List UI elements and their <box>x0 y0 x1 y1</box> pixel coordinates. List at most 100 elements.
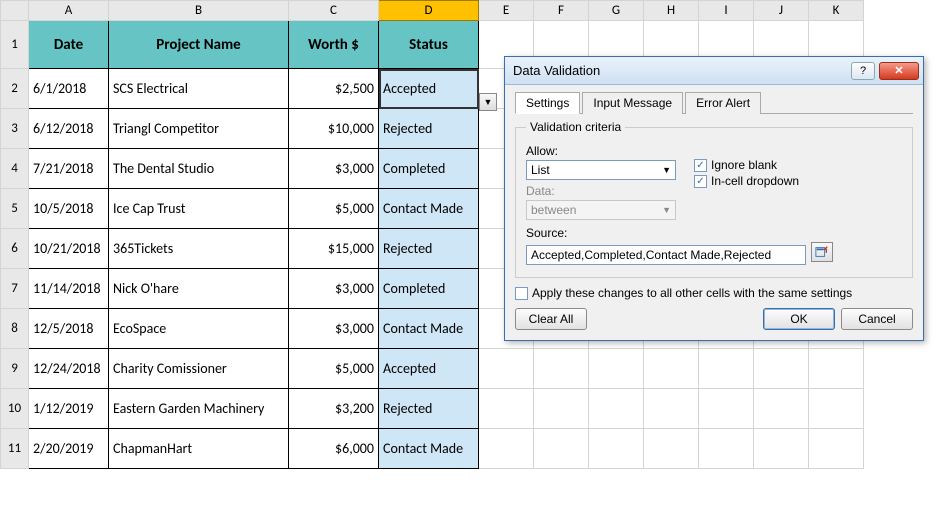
cell-date[interactable]: 11/14/2018 <box>29 269 109 309</box>
data-validation-dropdown-icon[interactable]: ▼ <box>479 93 497 111</box>
cell[interactable] <box>809 389 864 429</box>
cell[interactable] <box>479 349 534 389</box>
dialog-titlebar[interactable]: Data Validation ? ✕ <box>505 57 923 85</box>
cell-status[interactable]: Contact Made <box>379 309 479 349</box>
row-header[interactable]: 7 <box>1 269 29 309</box>
cell-status[interactable]: Completed <box>379 149 479 189</box>
cell-project-name[interactable]: EcoSpace <box>109 309 289 349</box>
row-header[interactable]: 9 <box>1 349 29 389</box>
column-header-E[interactable]: E <box>479 1 534 21</box>
cell-date[interactable]: 6/12/2018 <box>29 109 109 149</box>
cell-worth[interactable]: $5,000 <box>289 349 379 389</box>
tab-error-alert[interactable]: Error Alert <box>685 92 761 114</box>
row-header[interactable]: 6 <box>1 229 29 269</box>
header-status[interactable]: Status <box>379 21 479 69</box>
row-header[interactable]: 5 <box>1 189 29 229</box>
header-project-name[interactable]: Project Name <box>109 21 289 69</box>
row-header[interactable]: 11 <box>1 429 29 469</box>
header-worth[interactable]: Worth $ <box>289 21 379 69</box>
cell[interactable] <box>809 349 864 389</box>
cell-project-name[interactable]: Charity Comissioner <box>109 349 289 389</box>
column-header-H[interactable]: H <box>644 1 699 21</box>
cell[interactable] <box>809 429 864 469</box>
cell-worth[interactable]: $2,500 <box>289 69 379 109</box>
cell[interactable] <box>754 349 809 389</box>
column-header-C[interactable]: C <box>289 1 379 21</box>
cell-date[interactable]: 7/21/2018 <box>29 149 109 189</box>
cell[interactable] <box>589 349 644 389</box>
select-all-corner[interactable] <box>1 1 29 21</box>
cell-status[interactable]: Rejected <box>379 109 479 149</box>
cell-status[interactable]: Contact Made <box>379 429 479 469</box>
cell-status[interactable]: Completed <box>379 269 479 309</box>
cell-worth[interactable]: $3,200 <box>289 389 379 429</box>
cell[interactable] <box>754 389 809 429</box>
range-picker-button[interactable] <box>811 242 833 262</box>
cell[interactable] <box>699 389 754 429</box>
row-header[interactable]: 3 <box>1 109 29 149</box>
cell[interactable] <box>754 429 809 469</box>
cell[interactable] <box>699 349 754 389</box>
cell-worth[interactable]: $3,000 <box>289 149 379 189</box>
cell[interactable] <box>479 389 534 429</box>
row-header[interactable]: 2 <box>1 69 29 109</box>
cell-project-name[interactable]: 365Tickets <box>109 229 289 269</box>
cell[interactable] <box>534 429 589 469</box>
row-header-1[interactable]: 1 <box>1 21 29 69</box>
cell-date[interactable]: 12/24/2018 <box>29 349 109 389</box>
cell-date[interactable]: 10/5/2018 <box>29 189 109 229</box>
column-header-I[interactable]: I <box>699 1 754 21</box>
cell-worth[interactable]: $10,000 <box>289 109 379 149</box>
cell-project-name[interactable]: ChapmanHart <box>109 429 289 469</box>
cell[interactable] <box>589 429 644 469</box>
help-button[interactable]: ? <box>851 62 875 80</box>
cell-status[interactable]: Contact Made <box>379 189 479 229</box>
cell-date[interactable]: 1/12/2019 <box>29 389 109 429</box>
cancel-button[interactable]: Cancel <box>841 308 913 330</box>
ok-button[interactable]: OK <box>763 308 835 330</box>
cell-project-name[interactable]: Ice Cap Trust <box>109 189 289 229</box>
close-button[interactable]: ✕ <box>879 62 919 80</box>
column-header-D[interactable]: D <box>379 1 479 21</box>
ignore-blank-checkbox[interactable]: ✓ Ignore blank <box>694 158 799 172</box>
incell-dropdown-checkbox[interactable]: ✓ In-cell dropdown <box>694 174 799 188</box>
header-date[interactable]: Date <box>29 21 109 69</box>
cell[interactable] <box>644 429 699 469</box>
cell[interactable] <box>534 349 589 389</box>
cell-project-name[interactable]: SCS Electrical <box>109 69 289 109</box>
column-header-A[interactable]: A <box>29 1 109 21</box>
column-header-K[interactable]: K <box>809 1 864 21</box>
cell[interactable] <box>699 429 754 469</box>
cell[interactable] <box>534 389 589 429</box>
cell-project-name[interactable]: The Dental Studio <box>109 149 289 189</box>
tab-settings[interactable]: Settings <box>515 92 580 114</box>
cell-project-name[interactable]: Triangl Competitor <box>109 109 289 149</box>
cell-worth[interactable]: $6,000 <box>289 429 379 469</box>
cell-worth[interactable]: $3,000 <box>289 269 379 309</box>
allow-combo[interactable]: List ▼ <box>526 160 676 180</box>
column-header-J[interactable]: J <box>754 1 809 21</box>
cell-status[interactable]: Accepted <box>379 69 479 109</box>
row-header[interactable]: 4 <box>1 149 29 189</box>
column-header-G[interactable]: G <box>589 1 644 21</box>
column-header-F[interactable]: F <box>534 1 589 21</box>
cell[interactable] <box>644 349 699 389</box>
cell[interactable] <box>644 389 699 429</box>
cell-date[interactable]: 10/21/2018 <box>29 229 109 269</box>
column-header-B[interactable]: B <box>109 1 289 21</box>
row-header[interactable]: 10 <box>1 389 29 429</box>
cell-status[interactable]: Accepted <box>379 349 479 389</box>
cell-status[interactable]: Rejected <box>379 229 479 269</box>
source-input[interactable] <box>526 245 806 265</box>
tab-input-message[interactable]: Input Message <box>582 92 683 114</box>
cell-date[interactable]: 2/20/2019 <box>29 429 109 469</box>
cell-date[interactable]: 6/1/2018 <box>29 69 109 109</box>
clear-all-button[interactable]: Clear All <box>515 308 587 330</box>
cell-project-name[interactable]: Eastern Garden Machinery <box>109 389 289 429</box>
cell-project-name[interactable]: Nick O'hare <box>109 269 289 309</box>
row-header[interactable]: 8 <box>1 309 29 349</box>
cell[interactable] <box>479 429 534 469</box>
cell-worth[interactable]: $3,000 <box>289 309 379 349</box>
cell-date[interactable]: 12/5/2018 <box>29 309 109 349</box>
cell-worth[interactable]: $15,000 <box>289 229 379 269</box>
